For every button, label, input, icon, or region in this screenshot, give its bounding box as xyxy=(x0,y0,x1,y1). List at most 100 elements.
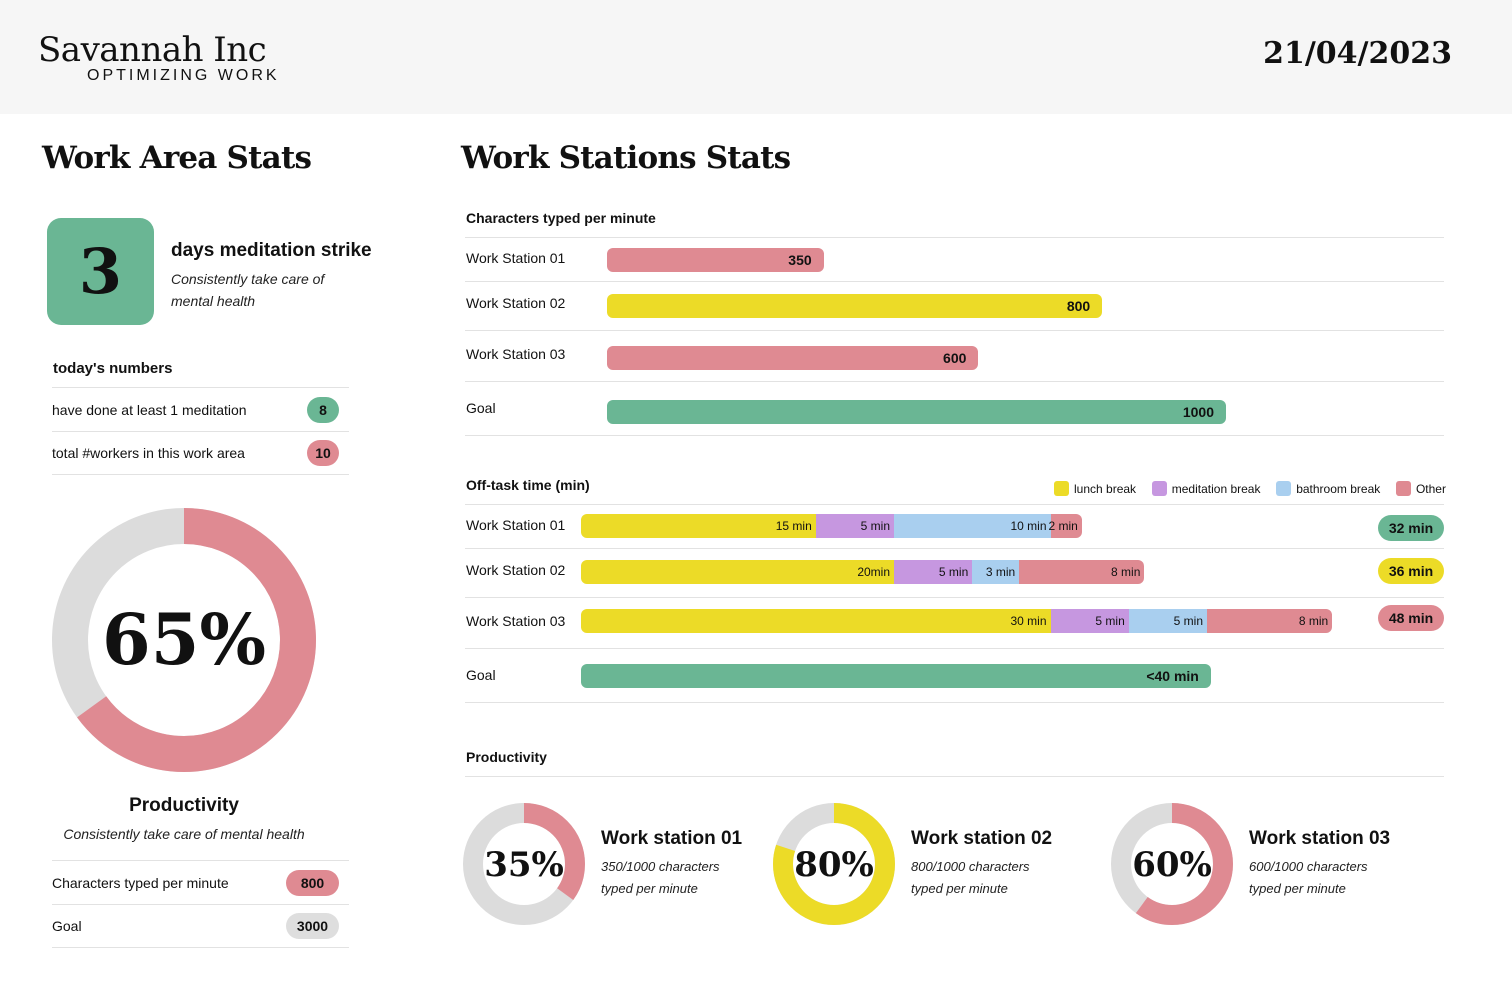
offtask-segment: 10 min xyxy=(894,514,1051,538)
productivity-title: Productivity xyxy=(129,795,239,816)
donut-percent-label: 60% xyxy=(1132,845,1212,885)
legend-swatch xyxy=(1395,481,1411,496)
cpm-bar-value: 600 xyxy=(943,350,967,366)
work-area-title: Work Area Stats xyxy=(42,140,312,176)
legend-item: Other xyxy=(1395,481,1446,496)
divider xyxy=(465,702,1444,703)
station-03-donut: 60% xyxy=(1111,803,1233,925)
legend-label: bathroom break xyxy=(1296,481,1381,496)
station-title: Work station 03 xyxy=(1249,828,1391,849)
offtask-segment: 5 min xyxy=(1050,609,1129,633)
offtask-row-label: Work Station 01 xyxy=(466,517,566,533)
divider xyxy=(465,281,1444,282)
legend-item: meditation break xyxy=(1151,481,1261,496)
offtask-segment: 8 min xyxy=(1019,560,1145,584)
offtask-chart-title: Off-task time (min) xyxy=(466,477,590,493)
offtask-total-badge: 36 min xyxy=(1378,558,1444,584)
offtask-segment: 3 min xyxy=(972,560,1020,584)
stat-row-workers: total #workers in this work area 10 xyxy=(52,431,349,475)
station-title: Work station 02 xyxy=(911,828,1053,849)
cpm-chart-title: Characters typed per minute xyxy=(466,210,656,226)
offtask-segment-label: 15 min xyxy=(775,519,812,533)
offtask-segment: 2 min xyxy=(1048,514,1082,538)
legend-swatch xyxy=(1151,481,1167,496)
offtask-total-badge: 48 min xyxy=(1378,605,1444,631)
divider xyxy=(465,237,1444,238)
streak-subtitle: Consistently take care of mental health xyxy=(171,271,325,309)
stat-value-badge: 8 xyxy=(307,396,339,423)
station-subtitle: 800/1000 characters typed per minute xyxy=(911,859,1030,896)
divider xyxy=(465,548,1444,549)
stat-row-meditation: have done at least 1 meditation 8 xyxy=(52,387,349,431)
cpm-bar: 350 xyxy=(607,248,824,272)
legend-label: lunch break xyxy=(1074,481,1137,496)
legend-item: lunch break xyxy=(1054,481,1136,496)
donut-percent-label: 65% xyxy=(102,598,266,681)
offtask-segment-label: 8 min xyxy=(1111,565,1141,579)
divider xyxy=(465,776,1444,777)
company-logo: Savannah Inc OPTIMIZING WORK xyxy=(28,18,312,108)
legend-swatch xyxy=(1054,481,1069,496)
offtask-segment: 20min xyxy=(581,560,894,584)
stat-label: Goal xyxy=(52,918,82,934)
offtask-legend: lunch break meditation break bathroom br… xyxy=(1054,481,1446,496)
cpm-bar: 1000 xyxy=(607,400,1226,424)
offtask-row-label: Goal xyxy=(466,667,496,683)
productivity-donut: 65% xyxy=(52,508,316,772)
cpm-row-label: Work Station 02 xyxy=(466,295,566,311)
streak-badge: 3 xyxy=(47,218,154,325)
offtask-row-label: Work Station 02 xyxy=(466,562,566,578)
cpm-row-label: Goal xyxy=(466,400,496,416)
offtask-segment-label: 10 min xyxy=(1010,519,1047,533)
offtask-goal-value: <40 min xyxy=(1146,668,1199,684)
offtask-segment: 30 min xyxy=(581,609,1051,633)
stat-value-badge: 3000 xyxy=(286,913,339,939)
station-02-donut: 80% xyxy=(773,803,895,925)
offtask-segment-label: 20min xyxy=(857,565,890,579)
offtask-goal-bar: <40 min xyxy=(581,664,1211,688)
offtask-segment: 8 min xyxy=(1207,609,1333,633)
station-productivity-title: Productivity xyxy=(466,749,547,765)
donut-percent-label: 35% xyxy=(484,845,564,885)
station-title: Work station 01 xyxy=(601,828,743,849)
offtask-segment-label: 3 min xyxy=(985,565,1016,579)
cpm-bar-value: 350 xyxy=(788,252,812,268)
offtask-stacked-bar: 30 min 5 min 5 min 8 min xyxy=(581,609,1333,633)
station-subtitle: 350/1000 characters typed per minute xyxy=(601,859,720,896)
station-01-donut: 35% xyxy=(463,803,585,925)
offtask-segment: 5 min xyxy=(815,514,894,538)
page-header: Savannah Inc OPTIMIZING WORK 21/04/2023 xyxy=(0,0,1512,114)
company-name: Savannah Inc xyxy=(38,30,267,70)
stat-value-badge: 800 xyxy=(286,869,339,896)
streak-title: days meditation strike xyxy=(171,240,372,261)
divider xyxy=(465,330,1444,331)
legend-label: Other xyxy=(1415,481,1446,496)
offtask-segment: 15 min xyxy=(581,514,816,538)
cpm-bar: 600 xyxy=(607,346,979,370)
offtask-segment-label: 30 min xyxy=(1010,614,1047,628)
offtask-segment-label: 5 min xyxy=(860,519,890,533)
cpm-bar: 800 xyxy=(607,294,1103,318)
stat-label: total #workers in this work area xyxy=(52,445,245,461)
legend-item: bathroom break xyxy=(1276,481,1380,496)
offtask-segment-label: 5 min xyxy=(1173,614,1203,628)
offtask-segment-label: 5 min xyxy=(938,565,969,579)
legend-label: meditation break xyxy=(1171,481,1261,496)
stat-label: have done at least 1 meditation xyxy=(52,401,247,418)
offtask-segment-label: 2 min xyxy=(1048,519,1078,533)
cpm-row-label: Work Station 01 xyxy=(466,250,566,266)
stat-row-cpm: Characters typed per minute 800 xyxy=(52,860,349,904)
station-subtitle: 600/1000 characters typed per minute xyxy=(1249,859,1368,896)
streak-value: 3 xyxy=(78,235,123,308)
cpm-bar-value: 800 xyxy=(1066,298,1091,314)
divider xyxy=(465,504,1444,505)
offtask-stacked-bar: 20min 5 min 3 min 8 min xyxy=(581,560,1145,584)
offtask-row-label: Work Station 03 xyxy=(466,613,566,629)
todays-numbers-title: today's numbers xyxy=(53,360,173,377)
offtask-segment-label: 5 min xyxy=(1095,614,1125,628)
divider xyxy=(465,435,1444,436)
divider xyxy=(465,597,1444,598)
donut-percent-label: 80% xyxy=(794,845,874,885)
company-tagline: OPTIMIZING WORK xyxy=(87,67,280,84)
offtask-total-badge: 32 min xyxy=(1378,515,1444,541)
